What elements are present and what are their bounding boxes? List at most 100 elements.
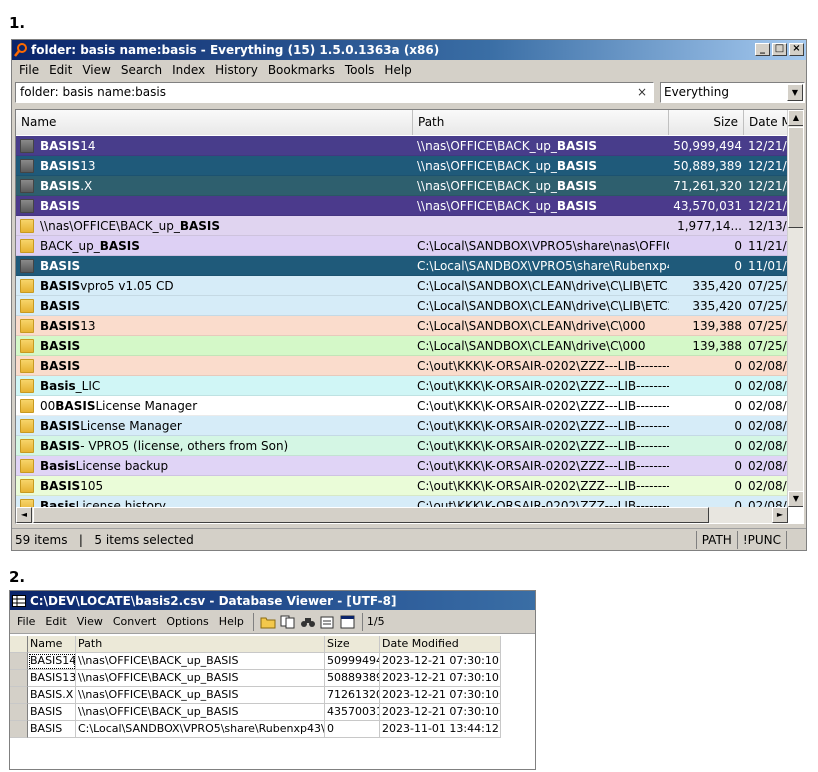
grid-row[interactable]: BASIS C:\Local\SANDBOX\VPRO5\share\Rubenx…: [10, 721, 501, 738]
section-label-1: 1.: [9, 14, 26, 32]
menu-history[interactable]: History: [210, 63, 263, 77]
menu-view[interactable]: View: [77, 63, 115, 77]
row-indicator[interactable]: [10, 704, 28, 721]
result-row[interactable]: BASIS C:\Local\SANDBOX\CLEAN\drive\C\000 1…: [16, 336, 788, 356]
window-icon[interactable]: [339, 613, 357, 631]
cell-size[interactable]: 43570031: [325, 704, 380, 721]
row-indicator[interactable]: [10, 653, 28, 670]
column-date[interactable]: Date M: [744, 110, 788, 135]
row-indicator[interactable]: [10, 687, 28, 704]
scroll-thumb[interactable]: [788, 127, 803, 228]
cell-path[interactable]: \\nas\OFFICE\BACK_up_BASIS: [76, 670, 325, 687]
row-indicator[interactable]: [10, 670, 28, 687]
results-list[interactable]: Name Path Size Date M BASIS 14 \\nas\OFFIC…: [15, 109, 804, 524]
menu-help[interactable]: Help: [379, 63, 416, 77]
db-menu-edit[interactable]: Edit: [40, 615, 71, 628]
db-menu-view[interactable]: View: [72, 615, 108, 628]
db-menu-file[interactable]: File: [12, 615, 40, 628]
result-row[interactable]: BASIS 105 C:\out\KKK\K-ORSAIR-0202\ZZZ---L…: [16, 476, 788, 496]
db-menu-options[interactable]: Options: [161, 615, 213, 628]
minimize-button[interactable]: _: [755, 43, 770, 56]
result-row[interactable]: BASIS 13 C:\Local\SANDBOX\CLEAN\drive\C\00…: [16, 316, 788, 336]
cell-date[interactable]: 2023-12-21 07:30:10: [380, 687, 501, 704]
menu-search[interactable]: Search: [116, 63, 167, 77]
folder-icon: [20, 478, 34, 493]
scroll-up-icon[interactable]: ▲: [788, 110, 803, 126]
search-input[interactable]: folder: basis name:basis ×: [15, 82, 654, 103]
result-row[interactable]: BASIS C:\Local\SANDBOX\CLEAN\drive\C\LIB\…: [16, 296, 788, 316]
vertical-scrollbar[interactable]: ▲ ▼: [787, 110, 803, 507]
properties-icon[interactable]: [319, 613, 337, 631]
column-size[interactable]: Size: [669, 110, 744, 135]
cell-size[interactable]: 50999494: [325, 653, 380, 670]
cell-size[interactable]: 71261320: [325, 687, 380, 704]
menu-bookmarks[interactable]: Bookmarks: [263, 63, 340, 77]
cell-date[interactable]: 2023-12-21 07:30:10: [380, 653, 501, 670]
menu-index[interactable]: Index: [167, 63, 210, 77]
result-row[interactable]: BASIS License Manager C:\out\KKK\K-ORSAIR…: [16, 416, 788, 436]
result-size: 0: [734, 478, 742, 493]
horizontal-scrollbar[interactable]: ◄ ►: [16, 507, 788, 523]
column-name[interactable]: Name: [16, 110, 413, 135]
open-folder-icon[interactable]: [259, 613, 277, 631]
cell-size[interactable]: 50889389: [325, 670, 380, 687]
result-row[interactable]: 00 BASIS License Manager C:\out\KKK\K-ORSA…: [16, 396, 788, 416]
status-separator: |: [78, 532, 83, 547]
filter-dropdown[interactable]: Everything ▼: [660, 82, 805, 103]
cell-size[interactable]: 0: [325, 721, 380, 738]
cell-date[interactable]: 2023-12-21 07:30:10: [380, 704, 501, 721]
result-row[interactable]: BASIS C:\out\KKK\K-ORSAIR-0202\ZZZ---LIB-…: [16, 356, 788, 376]
scroll-down-icon[interactable]: ▼: [788, 491, 803, 507]
result-row[interactable]: BASIS \\nas\OFFICE\BACK_up_BASIS 43,570,03…: [16, 196, 788, 216]
result-row[interactable]: BACK_up_ BASIS C:\Local\SANDBOX\VPRO5\shar…: [16, 236, 788, 256]
menu-edit[interactable]: Edit: [44, 63, 77, 77]
cell-name[interactable]: BASIS14: [28, 653, 76, 670]
chevron-down-icon[interactable]: ▼: [787, 84, 803, 101]
result-row[interactable]: \\nas\OFFICE\BACK_up_ BASIS 1,977,14... 12/…: [16, 216, 788, 236]
cell-path[interactable]: \\nas\OFFICE\BACK_up_BASIS: [76, 687, 325, 704]
scroll-right-icon[interactable]: ►: [772, 507, 788, 523]
grid-row[interactable]: BASIS13 \\nas\OFFICE\BACK_up_BASIS 5088938…: [10, 670, 501, 687]
cell-date[interactable]: 2023-11-01 13:44:12: [380, 721, 501, 738]
grid-column-name[interactable]: Name: [28, 636, 76, 653]
grid-row[interactable]: BASIS.X \\nas\OFFICE\BACK_up_BASIS 7126132…: [10, 687, 501, 704]
result-row[interactable]: BASIS .X \\nas\OFFICE\BACK_up_BASIS 71,261,…: [16, 176, 788, 196]
grid-column-size[interactable]: Size: [325, 636, 380, 653]
grid-row[interactable]: BASIS \\nas\OFFICE\BACK_up_BASIS 43570031 2…: [10, 704, 501, 721]
close-button[interactable]: ×: [789, 43, 804, 56]
result-row[interactable]: BASIS C:\Local\SANDBOX\VPRO5\share\Rubenx…: [16, 256, 788, 276]
cell-path[interactable]: \\nas\OFFICE\BACK_up_BASIS: [76, 704, 325, 721]
db-menu-help[interactable]: Help: [214, 615, 249, 628]
menu-file[interactable]: File: [14, 63, 44, 77]
db-menu-convert[interactable]: Convert: [108, 615, 162, 628]
result-row[interactable]: BASIS - VPRO5 (license, others from Son)…: [16, 436, 788, 456]
result-row[interactable]: BASIS vpro5 v1.05 CD C:\Local\SANDBOX\CLE…: [16, 276, 788, 296]
grid-column-path[interactable]: Path: [76, 636, 325, 653]
data-grid[interactable]: Name Path Size Date Modified BASIS14 \\na…: [10, 636, 501, 738]
row-indicator[interactable]: [10, 721, 28, 738]
result-row[interactable]: Basis _LIC C:\out\KKK\K-ORSAIR-0202\ZZZ---…: [16, 376, 788, 396]
cell-date[interactable]: 2023-12-21 07:30:10: [380, 670, 501, 687]
scroll-left-icon[interactable]: ◄: [16, 507, 32, 523]
resize-grip[interactable]: [786, 530, 806, 549]
cell-name[interactable]: BASIS: [28, 721, 76, 738]
maximize-button[interactable]: □: [772, 43, 787, 56]
grid-column-date[interactable]: Date Modified: [380, 636, 501, 653]
result-row[interactable]: BASIS 13 \\nas\OFFICE\BACK_up_BASIS 50,889,…: [16, 156, 788, 176]
binoculars-icon[interactable]: [299, 613, 317, 631]
page-indicator: 1/5: [366, 615, 385, 628]
menu-tools[interactable]: Tools: [340, 63, 380, 77]
cell-name[interactable]: BASIS: [28, 704, 76, 721]
folder-icon: [20, 358, 34, 373]
cell-name[interactable]: BASIS.X: [28, 687, 76, 704]
grid-row[interactable]: BASIS14 \\nas\OFFICE\BACK_up_BASIS 5099949…: [10, 653, 501, 670]
copy-icon[interactable]: [279, 613, 297, 631]
result-row[interactable]: Basis License backup C:\out\KKK\K-ORSAIR-…: [16, 456, 788, 476]
hscroll-thumb[interactable]: [33, 507, 709, 523]
cell-name[interactable]: BASIS13: [28, 670, 76, 687]
cell-path[interactable]: \\nas\OFFICE\BACK_up_BASIS: [76, 653, 325, 670]
clear-icon[interactable]: ×: [637, 85, 647, 99]
cell-path[interactable]: C:\Local\SANDBOX\VPRO5\share\Rubenxp43\c: [76, 721, 325, 738]
result-row[interactable]: BASIS 14 \\nas\OFFICE\BACK_up_BASIS 50,999,…: [16, 136, 788, 156]
column-path[interactable]: Path: [413, 110, 669, 135]
